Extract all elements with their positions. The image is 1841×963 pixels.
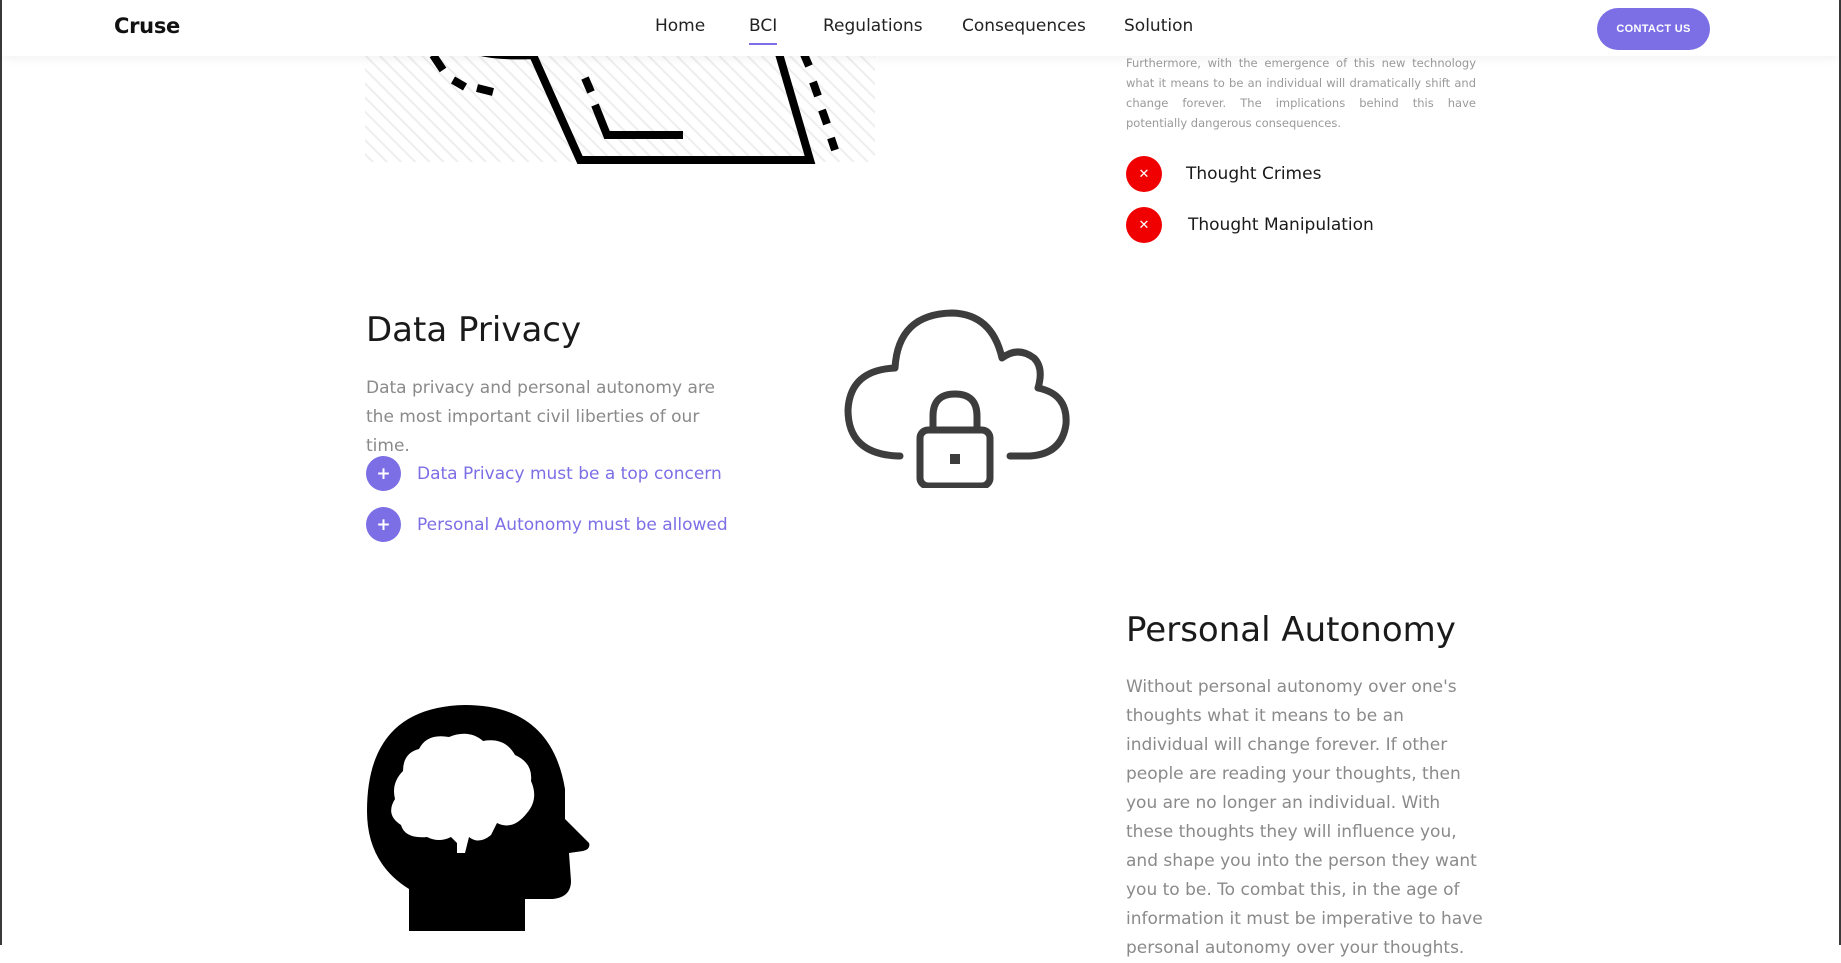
- list-item: ✕ Thought Crimes: [1126, 156, 1321, 192]
- plus-icon: +: [366, 507, 401, 542]
- head-brain-icon: [365, 703, 595, 945]
- data-privacy-point[interactable]: Data Privacy must be a top concern: [417, 464, 722, 484]
- list-item[interactable]: + Personal Autonomy must be allowed: [366, 507, 728, 542]
- consequences-paragraph: Furthermore, with the emergence of this …: [1126, 56, 1476, 130]
- thought-manipulation-label: Thought Manipulation: [1188, 215, 1374, 235]
- window-left-border: [0, 0, 2, 945]
- brand-logo[interactable]: Cruse: [114, 14, 180, 38]
- nav-bci[interactable]: BCI: [749, 16, 778, 45]
- nav-solution[interactable]: Solution: [1124, 16, 1193, 36]
- nav-consequences[interactable]: Consequences: [962, 16, 1086, 36]
- personal-autonomy-text: Without personal autonomy over one's tho…: [1126, 677, 1483, 958]
- nav-regulations[interactable]: Regulations: [823, 16, 923, 36]
- close-icon: ✕: [1126, 207, 1162, 243]
- personal-autonomy-point[interactable]: Personal Autonomy must be allowed: [417, 515, 728, 535]
- contact-us-button[interactable]: CONTACT US: [1597, 8, 1710, 50]
- thought-crimes-label: Thought Crimes: [1186, 164, 1322, 184]
- list-item: ✕ Thought Manipulation: [1126, 207, 1374, 243]
- plus-icon: +: [366, 456, 401, 491]
- top-navbar: Cruse Home BCI Regulations Consequences …: [2, 0, 1839, 56]
- nav-home[interactable]: Home: [655, 16, 705, 36]
- cloud-lock-icon: [840, 308, 1070, 490]
- personal-autonomy-title: Personal Autonomy: [1126, 610, 1456, 650]
- close-icon: ✕: [1126, 156, 1162, 192]
- data-privacy-title: Data Privacy: [366, 310, 582, 350]
- data-privacy-text: Data privacy and personal autonomy are t…: [366, 378, 715, 456]
- list-item[interactable]: + Data Privacy must be a top concern: [366, 456, 722, 491]
